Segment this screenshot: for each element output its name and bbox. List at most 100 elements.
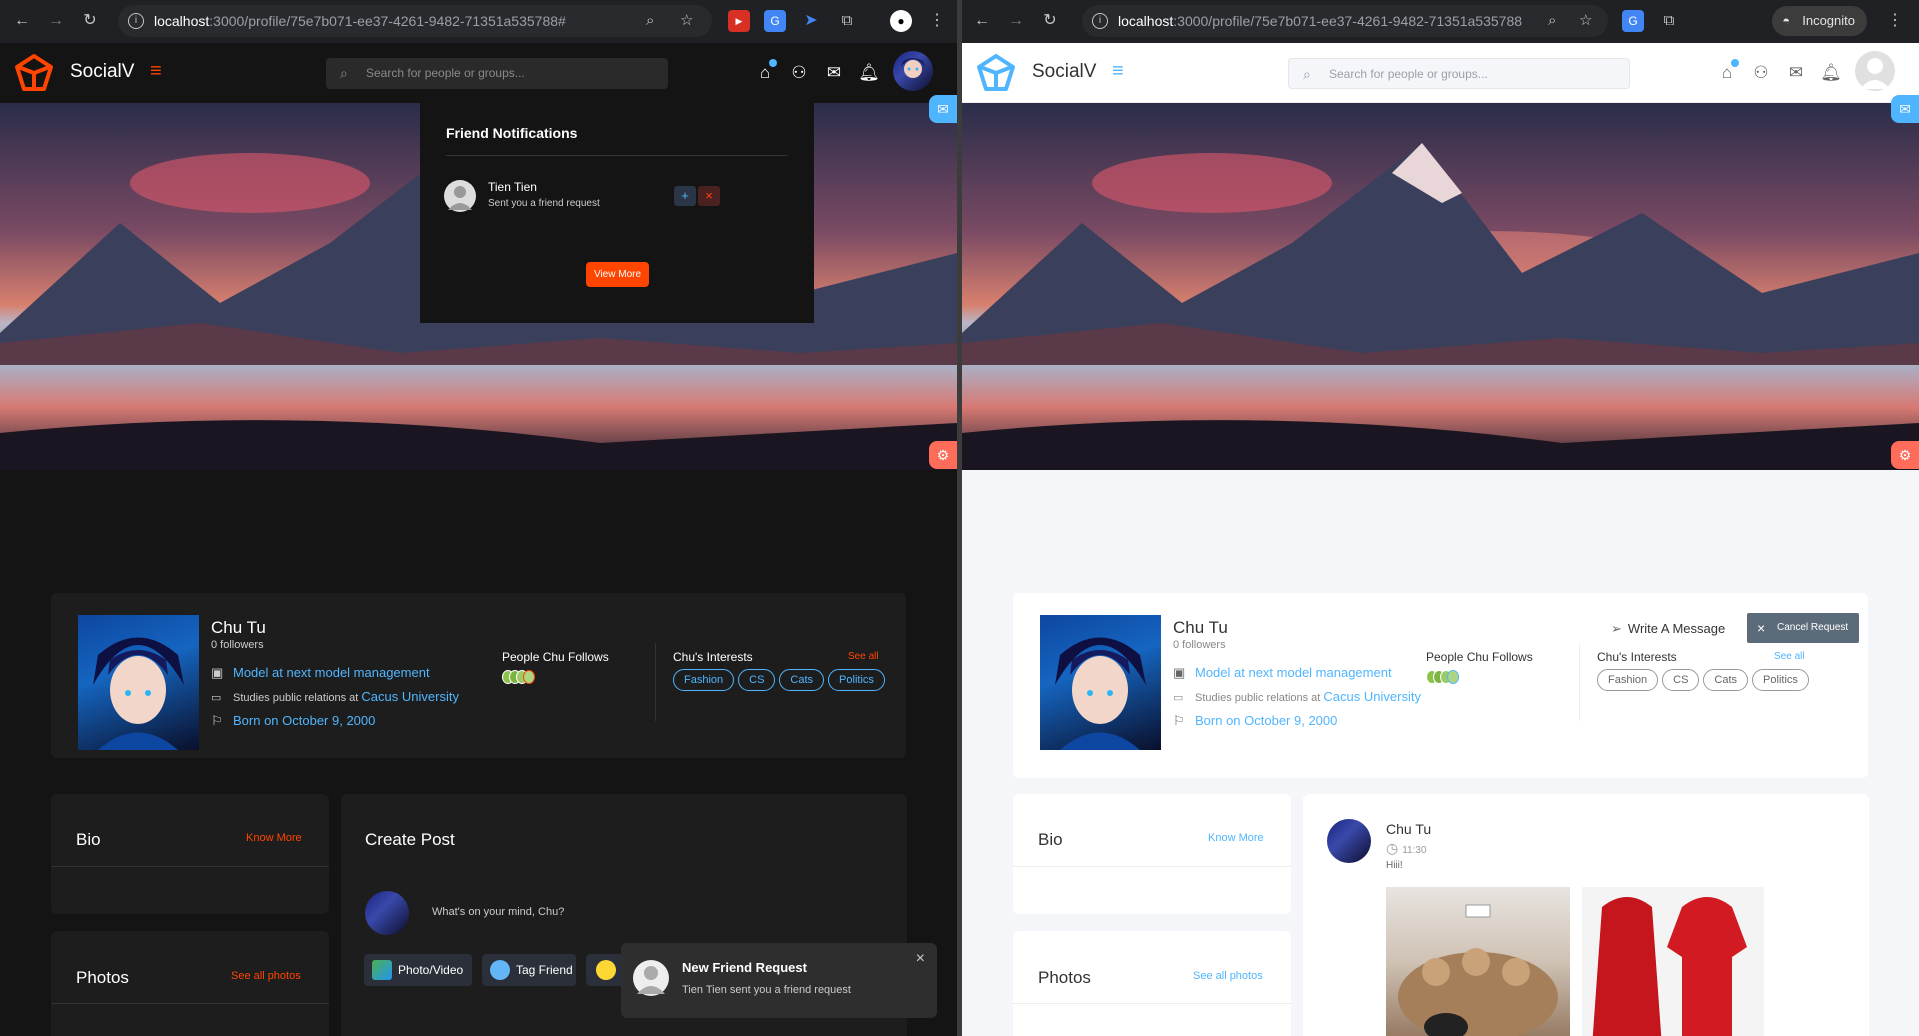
user-silhouette-icon <box>448 186 472 210</box>
job-text[interactable]: Model at next model management <box>233 665 430 680</box>
feeling-button[interactable] <box>586 954 626 986</box>
book-icon: ▭ <box>211 692 222 704</box>
know-more-link[interactable]: Know More <box>246 832 302 844</box>
view-more-button[interactable]: View More <box>586 262 649 287</box>
see-all-photos-link[interactable]: See all photos <box>231 970 301 982</box>
site-info-icon[interactable]: i <box>128 13 144 29</box>
post-author-avatar[interactable] <box>1327 819 1371 863</box>
photo-video-button[interactable]: Photo/Video <box>364 954 472 986</box>
post-image-dog-bed[interactable] <box>1386 887 1570 1036</box>
interest-tag[interactable]: CS <box>738 669 776 691</box>
socialv-logo-icon[interactable] <box>14 53 54 93</box>
extensions-puzzle-icon[interactable]: ⧉ <box>1658 10 1680 32</box>
reload-icon[interactable]: ↻ <box>80 11 100 31</box>
settings-gear-icon[interactable]: ⚙ <box>929 441 957 469</box>
studies-row: ▭ Studies public relations at Cacus Unive… <box>211 689 459 704</box>
bookmark-star-icon[interactable]: ☆ <box>680 5 693 37</box>
interest-tag[interactable]: Cats <box>779 669 825 691</box>
tag-friend-button[interactable]: Tag Friend <box>482 954 576 986</box>
chat-icon[interactable]: ✉ <box>929 95 957 123</box>
birthday-row: ⚐ Born on October 9, 2000 <box>211 713 375 729</box>
brand-name[interactable]: SocialV <box>1032 61 1096 83</box>
hamburger-menu-icon[interactable]: ≡ <box>150 61 162 81</box>
search-input[interactable]: ⌕ Search for people or groups... <box>326 58 668 89</box>
post-author-avatar <box>365 891 409 935</box>
university-link[interactable]: Cacus University <box>361 689 459 704</box>
back-icon[interactable]: ← <box>972 11 992 31</box>
bookmark-star-icon[interactable]: ☆ <box>1579 5 1592 37</box>
url-host: localhost <box>154 13 210 29</box>
user-avatar[interactable] <box>893 51 933 91</box>
photo-icon <box>372 960 392 980</box>
browser-toolbar: ← → ↻ i localhost:3000/profile/75e7b071-… <box>0 0 957 43</box>
dropdown-divider <box>446 155 788 156</box>
cancel-request-button[interactable]: × Cancel Request <box>1747 613 1859 643</box>
extension-translate-icon[interactable]: G <box>1622 10 1644 32</box>
interest-tag[interactable]: CS <box>1662 669 1700 691</box>
friends-icon[interactable]: ⚇ <box>1749 61 1773 85</box>
extension-cursor-icon[interactable]: ➤ <box>800 10 822 32</box>
accept-request-button[interactable]: + <box>674 186 696 206</box>
interest-tag[interactable]: Fashion <box>673 669 735 691</box>
bell-icon[interactable]: 🔔︎ <box>1819 61 1843 85</box>
site-info-icon[interactable]: i <box>1092 13 1108 29</box>
search-placeholder: Search for people or groups... <box>366 66 525 80</box>
interests-see-all-link[interactable]: See all <box>1774 651 1805 662</box>
reload-icon[interactable]: ↻ <box>1040 11 1060 31</box>
forward-icon[interactable]: → <box>1006 11 1026 31</box>
mail-icon[interactable]: ✉ <box>1784 61 1808 85</box>
extension-translate-icon[interactable]: G <box>764 10 786 32</box>
post-image-red-hoodie[interactable] <box>1582 887 1764 1036</box>
interests-see-all-link[interactable]: See all <box>848 651 879 662</box>
friend-requests-icon[interactable]: ⌂ <box>1715 59 1739 85</box>
profile-icon[interactable]: ● <box>890 10 912 32</box>
toast-close-icon[interactable]: × <box>916 950 925 968</box>
mail-icon[interactable]: ✉ <box>822 61 846 85</box>
university-link[interactable]: Cacus University <box>1323 689 1421 704</box>
incognito-badge[interactable]: ◓ Incognito <box>1772 6 1867 36</box>
follows-avatars[interactable] <box>502 668 540 686</box>
interest-tag[interactable]: Politics <box>828 669 885 691</box>
back-icon[interactable]: ← <box>12 11 32 31</box>
followers-count: 0 followers <box>211 639 264 651</box>
interest-tag[interactable]: Fashion <box>1597 669 1659 691</box>
address-bar[interactable]: i localhost:3000/profile/75e7b071-ee37-4… <box>118 5 712 37</box>
profile-photo[interactable] <box>1040 615 1161 750</box>
forward-icon[interactable]: → <box>46 11 66 31</box>
requester-name[interactable]: Tien Tien <box>488 180 537 194</box>
user-silhouette-icon <box>1860 58 1890 89</box>
hamburger-menu-icon[interactable]: ≡ <box>1112 61 1124 81</box>
know-more-link[interactable]: Know More <box>1208 832 1264 844</box>
cover-photo <box>962 103 1919 470</box>
brand-name[interactable]: SocialV <box>70 61 134 83</box>
chat-icon[interactable]: ✉ <box>1891 95 1919 123</box>
address-bar[interactable]: i localhost:3000/profile/75e7b071-ee37-4… <box>1082 5 1608 37</box>
extensions-puzzle-icon[interactable]: ⧉ <box>836 10 858 32</box>
extension-youtube-icon[interactable]: ▶ <box>728 10 750 32</box>
interest-tag[interactable]: Cats <box>1703 669 1749 691</box>
decline-request-button[interactable]: × <box>698 186 720 206</box>
user-avatar[interactable] <box>1855 51 1895 91</box>
photos-title: Photos <box>1038 968 1091 987</box>
profile-photo[interactable] <box>78 615 199 750</box>
settings-gear-icon[interactable]: ⚙ <box>1891 441 1919 469</box>
friends-icon[interactable]: ⚇ <box>787 61 811 85</box>
friend-requests-icon[interactable]: ⌂ <box>753 59 777 85</box>
interest-tag[interactable]: Politics <box>1752 669 1809 691</box>
socialv-logo-icon[interactable] <box>976 53 1016 93</box>
bell-icon[interactable]: 🔔︎ <box>857 61 881 85</box>
search-input[interactable]: ⌕ Search for people or groups... <box>1288 58 1630 89</box>
browser-menu-icon[interactable]: ⋮ <box>1884 10 1906 32</box>
zoom-icon[interactable]: ⌕ <box>646 5 654 37</box>
job-text[interactable]: Model at next model management <box>1195 665 1392 680</box>
post-author-name[interactable]: Chu Tu <box>1386 821 1431 837</box>
follows-avatars[interactable] <box>1426 668 1466 686</box>
search-icon: ⌕ <box>1303 66 1311 82</box>
zoom-icon[interactable]: ⌕ <box>1548 5 1556 37</box>
write-message-button[interactable]: ➢ Write A Message <box>1611 621 1725 637</box>
post-prompt-input[interactable]: What's on your mind, Chu? <box>432 906 564 918</box>
post-time-text: 11:30 <box>1402 845 1427 856</box>
browser-menu-icon[interactable]: ⋮ <box>926 10 948 32</box>
profile-name: Chu Tu <box>211 618 266 637</box>
see-all-photos-link[interactable]: See all photos <box>1193 970 1263 982</box>
